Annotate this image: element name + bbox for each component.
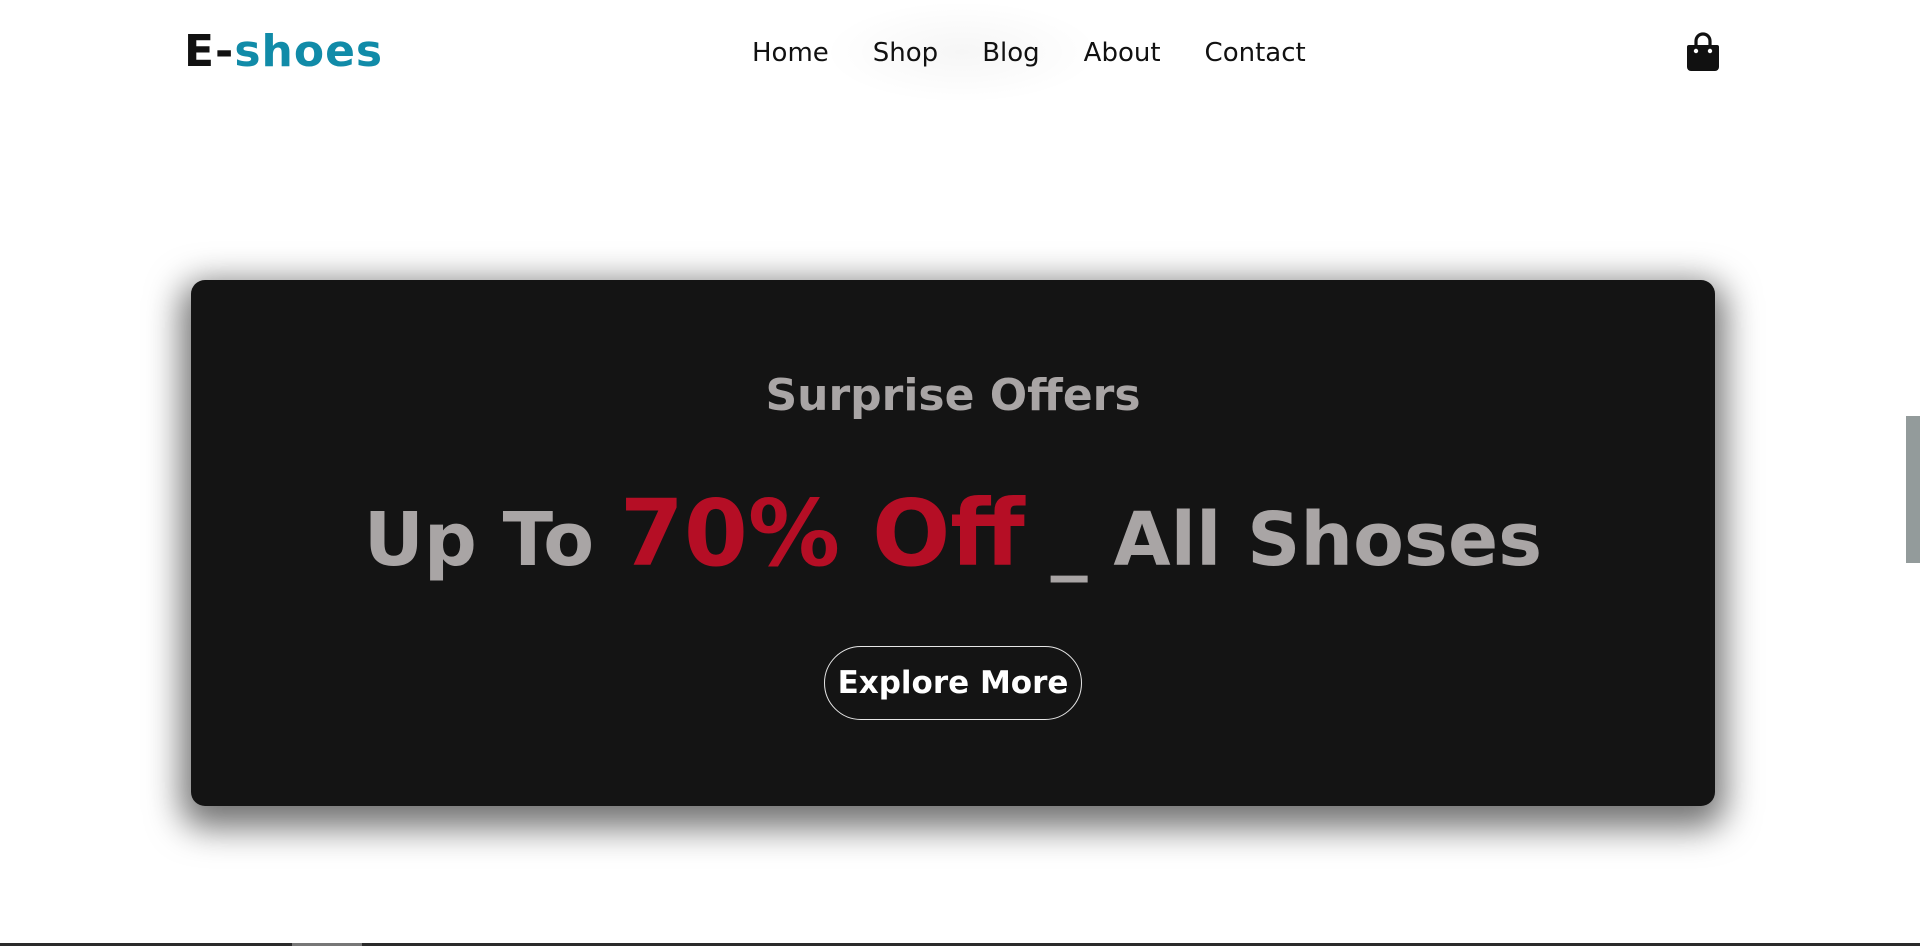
nav-item-contact: Contact bbox=[1205, 34, 1306, 72]
site-logo[interactable]: E-shoes bbox=[184, 24, 383, 80]
shopping-bag-icon bbox=[1687, 32, 1719, 71]
main-nav: Home Shop Blog About Contact bbox=[752, 34, 1306, 72]
logo-prefix: E- bbox=[184, 26, 235, 77]
hero-subtitle: Surprise Offers bbox=[765, 370, 1141, 421]
nav-item-about: About bbox=[1084, 34, 1161, 72]
nav-link-home[interactable]: Home bbox=[752, 38, 829, 68]
nav-link-shop[interactable]: Shop bbox=[873, 38, 938, 68]
nav-item-home: Home bbox=[752, 34, 829, 72]
hero-title-highlight: 70% Off bbox=[619, 480, 1025, 587]
hero-banner: Surprise Offers Up To 70% Off _ All Shos… bbox=[191, 280, 1715, 806]
explore-more-button[interactable]: Explore More bbox=[824, 646, 1082, 720]
site-header: E-shoes Home Shop Blog About Contact bbox=[0, 0, 1920, 106]
nav-item-blog: Blog bbox=[982, 34, 1039, 72]
nav-link-about[interactable]: About bbox=[1084, 38, 1161, 68]
hero-title-start: Up To bbox=[363, 497, 620, 583]
cart-button[interactable] bbox=[1686, 32, 1720, 72]
nav-link-blog[interactable]: Blog bbox=[982, 38, 1039, 68]
nav-item-shop: Shop bbox=[873, 34, 938, 72]
hero-title: Up To 70% Off _ All Shoses bbox=[191, 484, 1715, 590]
logo-accent: shoes bbox=[234, 26, 384, 77]
side-tab[interactable] bbox=[1906, 416, 1920, 563]
nav-link-contact[interactable]: Contact bbox=[1205, 38, 1306, 68]
hero-title-end: _ All Shoses bbox=[1024, 497, 1543, 583]
